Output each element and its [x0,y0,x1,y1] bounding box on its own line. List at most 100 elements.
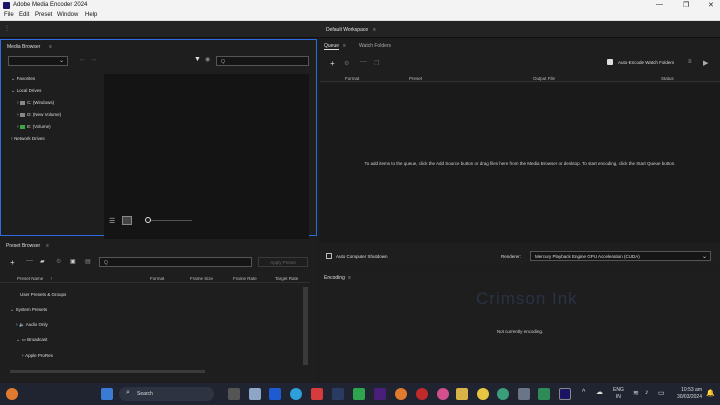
tab-queue[interactable]: Queue [324,43,340,50]
filter-icon[interactable]: ▼ [194,56,201,63]
notification-icon[interactable]: 🔔 [706,389,715,397]
zoom-slider-track[interactable] [148,220,192,221]
forward-arrow-icon[interactable]: → [90,56,97,63]
tab-watch-folders[interactable]: Watch Folders [359,43,391,49]
column-frame-rate[interactable]: Frame Rate [233,276,257,281]
maximize-icon[interactable]: ❐ [683,1,689,9]
import-preset-icon[interactable]: ▣ [70,258,76,265]
checkbox-checked[interactable] [607,59,613,65]
workspace-title[interactable]: Default Workspace [326,27,368,33]
tree-item-drive-e[interactable]: › E: (Volume) [17,124,51,130]
column-format[interactable]: Format [150,276,164,281]
tree-item-drive-d[interactable]: › D: (New Volume) [17,112,61,118]
grip-icon[interactable]: ⋮ [4,25,10,32]
search-icon: ⌕ [126,389,130,396]
cloud-icon[interactable]: ☁ [596,388,603,396]
thumbnail-view-icon[interactable] [122,216,132,225]
volume-icon[interactable]: ♪ [645,389,649,396]
column-frame-size[interactable]: Frame Size [190,276,213,281]
clock-date: 30/03/2024 [676,394,702,400]
minimize-icon[interactable]: — [656,1,663,8]
media-search-input[interactable]: Q [216,56,309,66]
back-arrow-icon[interactable]: ← [79,56,86,63]
start-icon[interactable] [101,388,113,400]
preset-search-input[interactable]: Q [99,257,252,267]
column-preset-name[interactable]: Preset Name [17,276,43,281]
app-icon[interactable] [497,388,509,400]
preset-settings-icon[interactable]: ⚙ [56,258,61,265]
task-view-icon[interactable] [228,388,240,400]
file-explorer-icon[interactable] [249,388,261,400]
preset-scrollbar[interactable] [303,287,308,365]
column-preset[interactable]: Preset [409,76,422,81]
menu-edit[interactable]: Edit [19,12,29,18]
wifi-icon[interactable]: ≋ [633,389,639,397]
battery-icon[interactable]: ▭ [658,389,665,397]
folder-icon[interactable] [456,388,468,400]
preset-browser-title: Preset Browser [6,243,41,249]
outlook-icon[interactable] [269,388,281,400]
app-icon[interactable] [395,388,407,400]
preset-horizontal-scrollbar[interactable] [10,370,205,373]
encoding-menu-icon[interactable]: ≡ [348,275,351,281]
preset-row-system-presets[interactable]: ⌄ System Presets [10,307,47,313]
photoshop-icon[interactable] [332,388,344,400]
app-icon[interactable] [538,388,550,400]
chevron-up-icon[interactable]: ^ [582,389,585,396]
edge-icon[interactable] [290,388,302,400]
renderer-dropdown[interactable]: Mercury Playback Engine GPU Acceleration… [530,251,711,261]
zoom-slider-thumb[interactable] [145,217,151,223]
start-queue-icon[interactable]: ▶ [703,59,708,67]
menu-window[interactable]: Window [57,12,78,18]
column-format[interactable]: Format [345,76,359,81]
queue-menu-icon[interactable]: ≡ [343,43,346,49]
app-icon[interactable] [437,388,449,400]
preset-row-user-presets[interactable]: User Presets & Groups [20,292,66,297]
queue-settings-icon[interactable]: ≡ [688,59,692,65]
location-dropdown[interactable]: ⌄ [8,56,68,66]
clock[interactable]: 10:53 am 30/03/2024 [672,387,702,401]
media-encoder-icon[interactable] [559,388,571,400]
tree-item-local-drives[interactable]: ⌄ Local Drives [11,88,41,94]
close-icon[interactable]: ✕ [708,1,714,9]
app-icon[interactable] [518,388,530,400]
menu-file[interactable]: File [4,12,14,18]
tree-item-network-drives[interactable]: › Network Drives [11,136,45,142]
premiere-icon[interactable] [374,388,386,400]
weather-icon[interactable] [6,388,18,400]
preset-row-broadcast[interactable]: ⌄ ▭ Broadcast [16,337,47,343]
add-source-icon[interactable]: + [330,59,335,68]
app-icon[interactable] [416,388,428,400]
sort-icon[interactable]: ↑ [50,276,53,282]
preset-browser-panel: Preset Browser ≡ + — ▰ ⚙ ▣ ▤ Q Apply Pre… [0,239,317,382]
view-icon[interactable]: ◉ [205,56,210,63]
tree-item-favorites[interactable]: ⌄ Favorites [11,76,35,82]
settings-icon[interactable]: ⚙ [344,60,349,67]
column-status[interactable]: Status [661,76,674,81]
chrome-icon[interactable] [477,388,489,400]
export-preset-icon[interactable]: ▤ [85,258,91,265]
taskbar-search[interactable]: ⌕ Search [119,387,214,401]
tree-item-drive-c[interactable]: › C: (Windows) [17,100,54,106]
app-icon[interactable] [311,388,323,400]
duplicate-icon[interactable]: ❐ [374,60,379,67]
auto-shutdown-checkbox[interactable] [326,253,332,259]
preset-row-audio-only[interactable]: › 🔈 Audio Only [16,322,48,328]
language-indicator[interactable]: ENG IN [613,387,624,401]
remove-icon[interactable]: — [360,58,367,65]
column-output-file[interactable]: Output File [533,76,555,81]
add-preset-icon[interactable]: + [10,258,15,267]
menu-help[interactable]: Help [85,12,97,18]
new-group-icon[interactable]: ▰ [40,258,45,265]
workspace-menu-icon[interactable]: ≡ [373,27,376,33]
column-target-rate[interactable]: Target Rate [275,276,298,281]
excel-icon[interactable] [353,388,365,400]
list-view-icon[interactable]: ☰ [109,217,115,225]
preset-row-apple-prores[interactable]: › Apple ProRes [22,353,53,359]
media-viewer[interactable] [104,74,309,250]
preset-browser-menu-icon[interactable]: ≡ [46,243,49,249]
media-browser-menu-icon[interactable]: ≡ [49,44,52,50]
menu-preset[interactable]: Preset [35,12,52,18]
remove-preset-icon[interactable]: — [26,257,33,264]
apply-preset-button[interactable]: Apply Preset [258,257,308,267]
